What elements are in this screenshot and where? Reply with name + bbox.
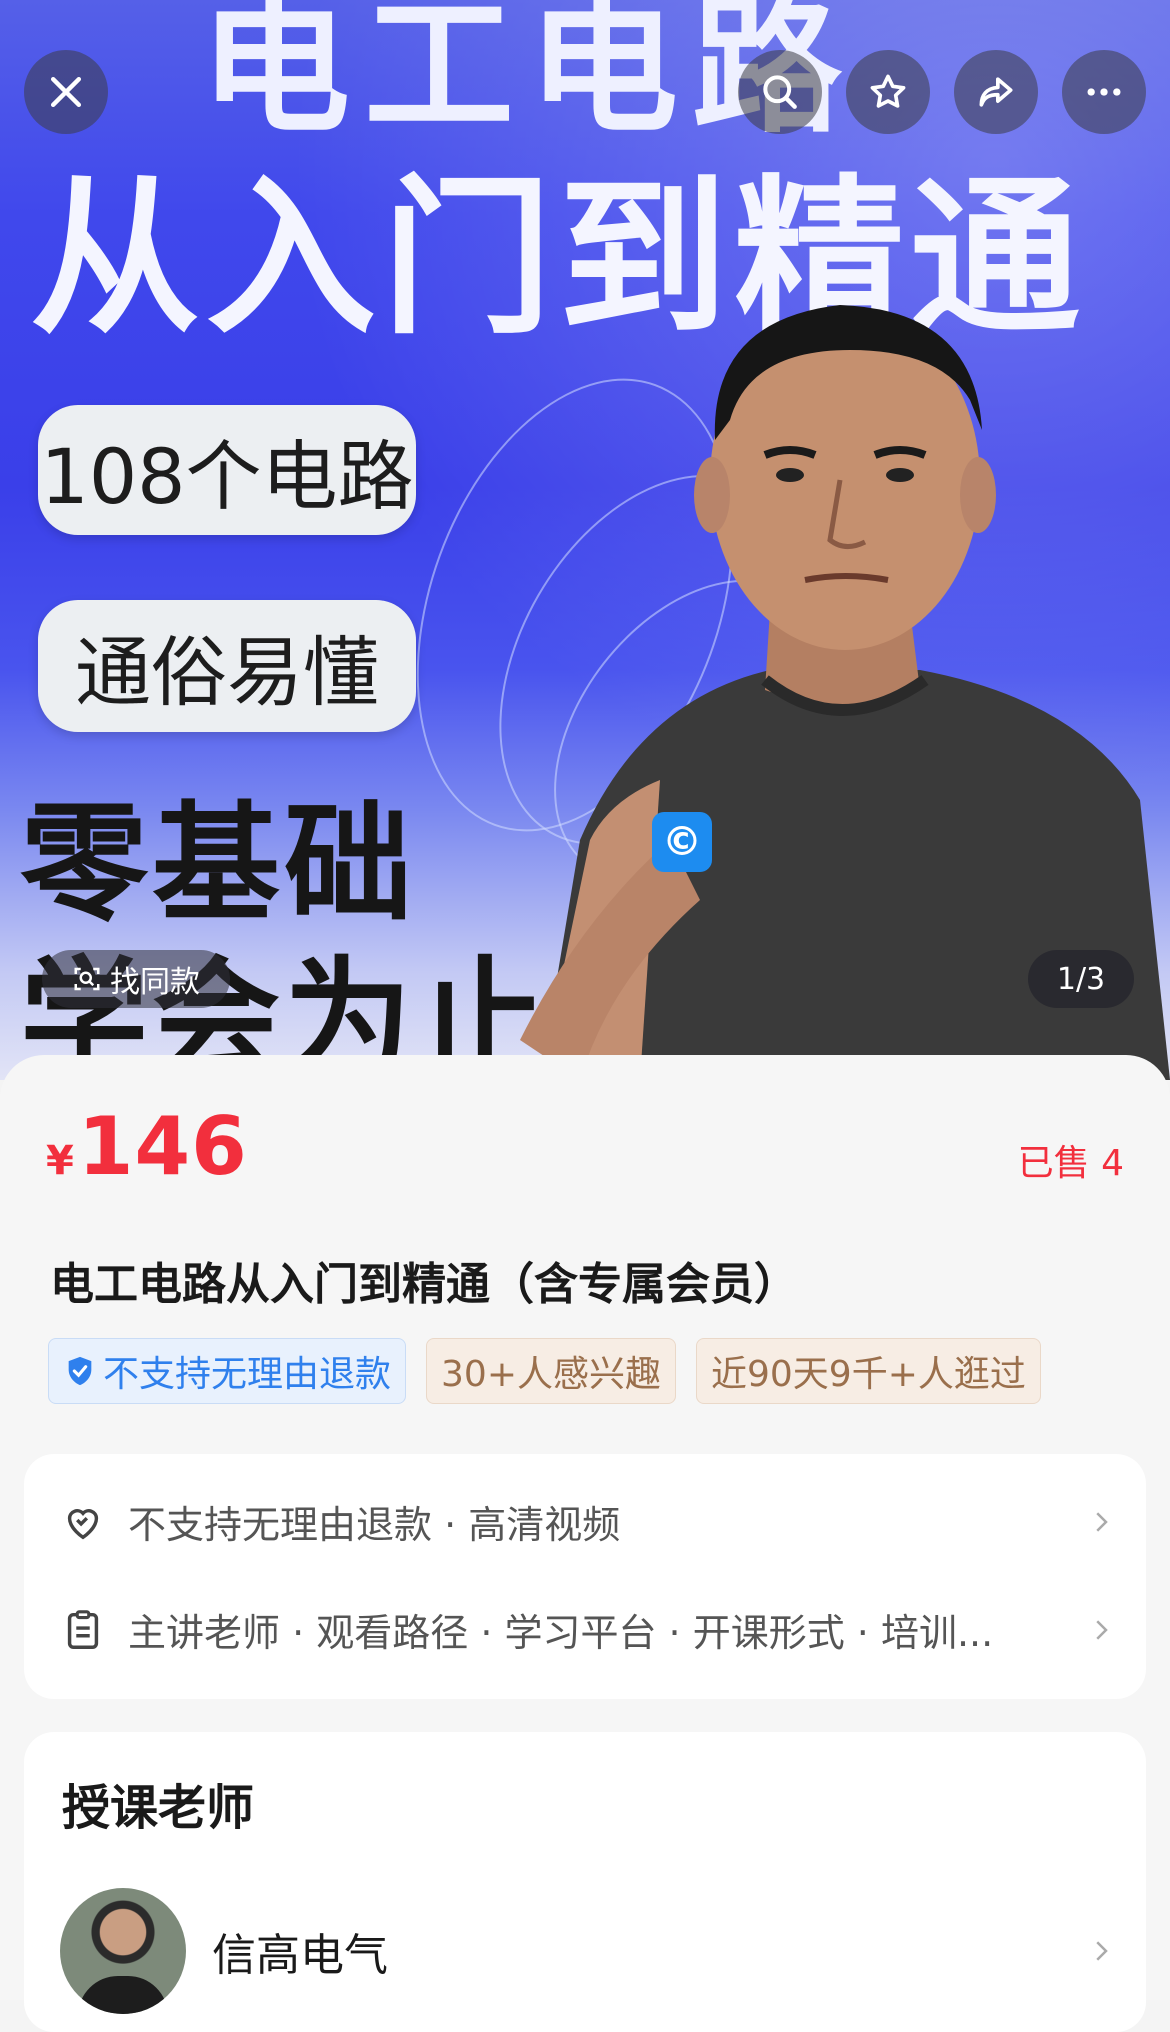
close-button[interactable]: [24, 50, 108, 134]
price-value: 146: [77, 1100, 248, 1193]
teacher-name: 信高电气: [212, 1930, 388, 1981]
search-button[interactable]: [738, 50, 822, 134]
product-title: 电工电路从入门到精通（含专属会员）: [50, 1259, 798, 1310]
teacher-avatar: [60, 1888, 186, 2014]
chevron-right-icon: [1096, 1941, 1108, 1961]
tag-label: 不支持无理由退款: [103, 1354, 392, 1395]
product-tags: 不支持无理由退款 30+人感兴趣 近90天9千+人逛过: [48, 1338, 1041, 1404]
chevron-right-icon: [1096, 1619, 1108, 1640]
course-params-row[interactable]: 主讲老师 · 观看路径 · 学习平台 · 开课形式 · 培训...: [60, 1602, 1116, 1657]
teacher-heading: 授课老师: [62, 1780, 255, 1836]
more-icon: [1087, 88, 1121, 96]
teacher-card: 授课老师 信高电气: [24, 1732, 1146, 2032]
find-same-label: 找同款: [110, 965, 200, 1000]
hero-pill-easy: 通俗易懂: [38, 600, 416, 732]
share-icon: [979, 77, 1013, 107]
teacher-row[interactable]: 信高电气: [60, 1888, 1116, 2014]
tag-interested[interactable]: 30+人感兴趣: [426, 1338, 676, 1404]
scan-search-icon: [74, 967, 100, 991]
price-currency: ¥: [46, 1138, 74, 1184]
page-indicator: 1/3: [1028, 950, 1134, 1008]
find-same-button[interactable]: 找同款: [42, 950, 230, 1008]
course-params-text: 主讲老师 · 观看路径 · 学习平台 · 开课形式 · 培训...: [128, 1611, 994, 1655]
tag-visited[interactable]: 近90天9千+人逛过: [696, 1338, 1041, 1404]
share-button[interactable]: [954, 50, 1038, 134]
heart-shield-icon: [67, 1508, 99, 1539]
more-button[interactable]: [1062, 50, 1146, 134]
price: ¥ 146: [46, 1100, 248, 1193]
product-image-carousel[interactable]: 电工电路 从入门到精通 108个电路 通俗易懂 零基础 学会为止 © 找同款 1…: [0, 0, 1170, 1080]
favorite-button[interactable]: [846, 50, 930, 134]
search-icon: [763, 75, 797, 109]
service-row[interactable]: 不支持无理由退款 · 高清视频: [60, 1494, 1116, 1549]
service-row-text: 不支持无理由退款 · 高清视频: [128, 1503, 621, 1547]
sold-count: 已售 4: [1017, 1143, 1124, 1184]
watermark-logo-icon: ©: [652, 812, 712, 872]
star-icon: [870, 74, 906, 108]
clipboard-icon: [67, 1609, 99, 1649]
chevron-right-icon: [1096, 1511, 1108, 1532]
service-info-card: 不支持无理由退款 · 高清视频 主讲老师 · 观看路径 · 学习平台 · 开课形…: [24, 1454, 1146, 1699]
close-icon: [50, 76, 82, 108]
hero-pill-circuits: 108个电路: [38, 405, 416, 535]
shield-check-icon: [68, 1356, 92, 1386]
tag-no-refund[interactable]: 不支持无理由退款: [48, 1338, 407, 1404]
